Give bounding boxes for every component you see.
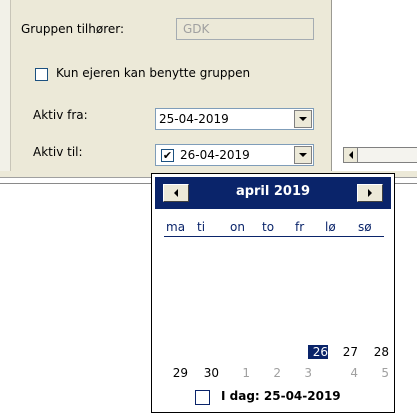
active-to-picker[interactable]: ✔ 26-04-2019 <box>155 144 314 166</box>
calendar-day[interactable]: 28 <box>369 345 389 359</box>
weekday-tue: ti <box>197 220 206 234</box>
only-owner-label[interactable]: Kun ejeren kan benytte gruppen <box>56 66 250 80</box>
active-from-value: 25-04-2019 <box>159 112 229 126</box>
active-to-checkbox[interactable]: ✔ <box>161 149 174 162</box>
weekday-sun: sø <box>358 220 372 234</box>
today-link[interactable]: I dag: 25-04-2019 <box>221 389 341 403</box>
active-to-label: Aktiv til: <box>33 145 83 159</box>
weekday-sat: lø <box>325 220 336 234</box>
active-to-dropdown-button[interactable] <box>294 146 312 164</box>
calendar-day[interactable]: 30 <box>199 366 219 380</box>
group-owner-field: GDK <box>176 18 314 40</box>
divider <box>331 0 332 175</box>
calendar-month-title[interactable]: april 2019 <box>195 184 351 199</box>
dialog-panel: Gruppen tilhører: GDK Kun ejeren kan ben… <box>0 0 331 171</box>
calendar-day[interactable]: 29 <box>168 366 188 380</box>
chevron-down-icon <box>299 153 307 157</box>
calendar-header: april 2019 <box>155 177 391 209</box>
weekday-mon: ma <box>166 220 186 234</box>
prev-month-button[interactable] <box>163 184 189 202</box>
calendar-day-selected[interactable]: 26 <box>307 344 329 360</box>
weekday-wed: on <box>230 220 245 234</box>
arrow-left-icon <box>174 189 178 197</box>
calendar-day-next-month[interactable]: 2 <box>261 366 281 380</box>
scroll-left-button[interactable] <box>343 147 358 163</box>
calendar-popup: april 2019 ma ti on to fr lø sø 26 27 28… <box>151 173 395 413</box>
calendar-day-next-month[interactable]: 4 <box>338 366 358 380</box>
horizontal-scrollbar[interactable] <box>358 147 417 163</box>
arrow-left-icon <box>348 151 353 159</box>
arrow-right-icon <box>368 189 372 197</box>
weekday-thu: to <box>262 220 275 234</box>
active-from-label: Aktiv fra: <box>33 108 88 122</box>
active-from-dropdown-button[interactable] <box>294 110 312 128</box>
weekday-fri: fr <box>295 220 305 234</box>
calendar-day[interactable]: 27 <box>338 345 358 359</box>
next-month-button[interactable] <box>357 184 383 202</box>
calendar-day-next-month[interactable]: 5 <box>369 366 389 380</box>
chevron-down-icon <box>299 117 307 121</box>
dialog-left-edge <box>0 0 11 171</box>
calendar-day-next-month[interactable]: 1 <box>230 366 250 380</box>
group-owner-label: Gruppen tilhører: <box>21 22 125 36</box>
group-owner-value: GDK <box>183 22 210 36</box>
calendar-day-next-month[interactable]: 3 <box>292 366 312 380</box>
weekday-divider <box>164 236 384 237</box>
only-owner-checkbox[interactable] <box>35 68 48 81</box>
today-marker-icon <box>195 390 210 405</box>
active-from-picker[interactable]: 25-04-2019 <box>155 108 314 130</box>
active-to-value: 26-04-2019 <box>180 148 250 162</box>
